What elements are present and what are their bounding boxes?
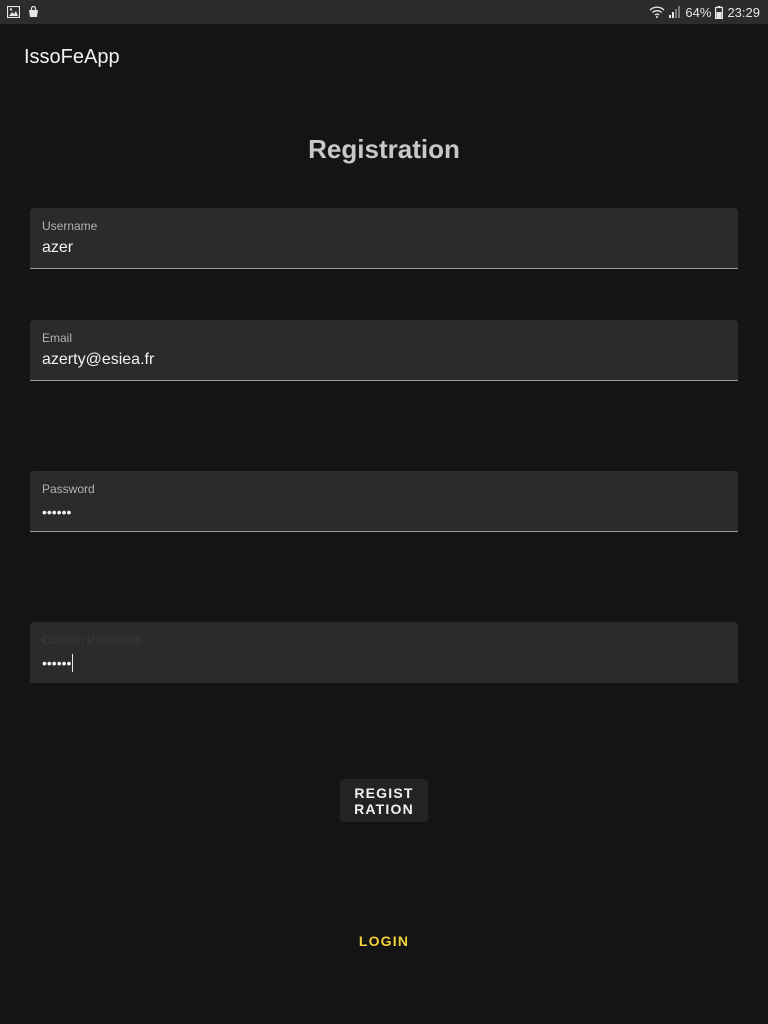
clock: 23:29 [727,4,760,20]
password-label: Password [42,482,95,496]
battery-icon [715,5,724,19]
wifi-icon [649,6,665,18]
password-field[interactable]: Password •••••• [30,471,738,532]
username-value[interactable]: azer [42,238,73,258]
status-right: 64% 23:29 [649,0,760,24]
username-label: Username [42,219,98,233]
app-title: IssoFeApp [24,46,120,68]
battery-percent: 64% [685,4,712,20]
signal-icon [669,6,681,18]
email-field[interactable]: Email azerty@esiea.fr [30,320,738,381]
login-button[interactable]: LOGIN [334,926,434,956]
confirm-password-field[interactable]: Confirm Password •••••• [30,622,738,683]
username-field[interactable]: Username azer [30,208,738,269]
email-label: Email [42,331,73,345]
image-icon [6,5,21,23]
status-left-icons [6,5,39,23]
confirm-password-input[interactable]: •••••• [42,653,74,673]
text-cursor [72,654,74,672]
confirm-password-value: •••••• [42,655,72,671]
status-bar: 64% 23:29 [0,0,768,24]
registration-button[interactable]: REGIST RATION [340,779,428,822]
password-value[interactable]: •••••• [42,502,71,522]
shopping-bag-icon [28,5,39,23]
email-value[interactable]: azerty@esiea.fr [42,350,154,370]
confirm-password-label: Confirm Password [42,633,141,647]
page-title: Registration [308,134,460,164]
